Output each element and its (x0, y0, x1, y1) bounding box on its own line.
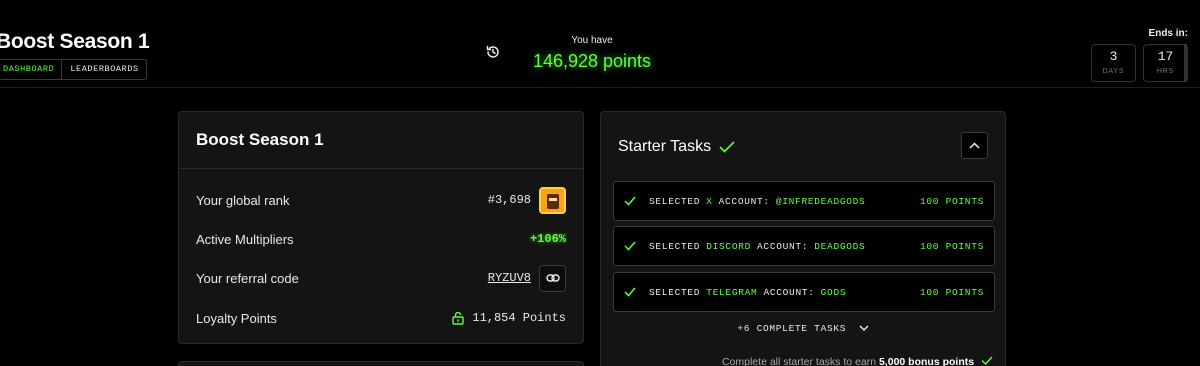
lock-icon (452, 311, 465, 325)
check-icon (624, 287, 636, 297)
task-suffix: ACCOUNT: (718, 195, 770, 207)
task-item-telegram[interactable]: SELECTED TELEGRAM ACCOUNT: GODS 100 POIN… (613, 272, 995, 312)
task-suffix: ACCOUNT: (763, 286, 815, 298)
task-prefix: SELECTED (649, 286, 701, 298)
loyalty-value: 11,854 Points (472, 311, 566, 325)
countdown-days-unit: DAYS (1102, 68, 1125, 75)
check-icon (981, 356, 993, 366)
copy-link-button[interactable] (539, 264, 566, 292)
task-item-discord[interactable]: SELECTED DISCORD ACCOUNT: DEADGODS 100 P… (613, 226, 995, 266)
season-summary-card: Boost Season 1 Your global rank #3,698 A… (178, 111, 584, 344)
countdown-hours-unit: HRS (1156, 68, 1175, 75)
referral-code[interactable]: RYZUV8 (488, 271, 531, 285)
top-header: Boost Season 1 DASHBOARD LEADERBOARDS Yo… (0, 0, 1200, 88)
starter-tasks-header: Starter Tasks (618, 138, 735, 156)
chevron-down-icon (859, 325, 869, 332)
task-handle: @INFREDEADGODS (775, 195, 866, 207)
page-title: Boost Season 1 (0, 30, 150, 53)
avatar[interactable] (539, 186, 566, 214)
check-icon (624, 196, 636, 206)
you-have-label: You have (571, 35, 613, 46)
multipliers-row: Active Multipliers +106% (196, 224, 566, 254)
starter-tasks-card: Starter Tasks SELECTED X ACCOUNT: @INFRE… (600, 111, 1006, 366)
task-prefix: SELECTED (649, 240, 701, 252)
countdown-days: 3 DAYS (1091, 44, 1136, 82)
loyalty-label: Loyalty Points (196, 310, 277, 326)
check-icon (719, 141, 735, 153)
starter-tasks-title: Starter Tasks (618, 138, 712, 155)
task-points: 100 POINTS (919, 240, 984, 252)
bonus-text: Complete all starter tasks to earn (721, 356, 877, 366)
link-icon (545, 274, 560, 282)
countdown-hours: 17 HRS (1143, 44, 1188, 82)
referral-label: Your referral code (196, 270, 299, 286)
task-suffix: ACCOUNT: (757, 240, 809, 252)
history-icon[interactable] (485, 44, 501, 60)
multipliers-value: +106% (529, 232, 566, 246)
bonus-points: 5,000 bonus points (878, 356, 975, 366)
task-platform: X (706, 195, 713, 207)
bonus-message: Complete all starter tasks to earn 5,000… (722, 356, 993, 366)
ends-in-label: Ends in: (1148, 28, 1188, 39)
points-total: 146,928 points (532, 51, 652, 71)
task-platform: DISCORD (706, 240, 752, 252)
task-item-x[interactable]: SELECTED X ACCOUNT: @INFREDEADGODS 100 P… (613, 181, 995, 221)
countdown-days-value: 3 (1109, 49, 1118, 64)
countdown-hours-value: 17 (1157, 49, 1174, 64)
tab-leaderboards[interactable]: LEADERBOARDS (62, 60, 145, 79)
task-prefix: SELECTED (649, 195, 701, 207)
multipliers-label: Active Multipliers (196, 231, 294, 247)
tab-dashboard[interactable]: DASHBOARD (0, 60, 63, 79)
check-icon (624, 241, 636, 251)
global-rank-value: #3,698 (487, 193, 531, 207)
global-rank-label: Your global rank (196, 192, 290, 208)
summary-card-title: Boost Season 1 (179, 112, 583, 169)
task-handle: GODS (820, 286, 847, 298)
task-points: 100 POINTS (919, 286, 984, 298)
chevron-up-icon (969, 142, 980, 149)
loyalty-row: Loyalty Points 11,854 Points (196, 303, 566, 333)
task-platform: TELEGRAM (706, 286, 758, 298)
referral-row: Your referral code RYZUV8 (196, 263, 566, 293)
scrollbar[interactable] (1184, 44, 1187, 82)
view-tabs: DASHBOARD LEADERBOARDS (0, 59, 147, 80)
collapse-button[interactable] (961, 132, 988, 159)
global-rank-row: Your global rank #3,698 (196, 185, 566, 215)
secondary-card (178, 361, 584, 366)
task-points: 100 POINTS (919, 195, 984, 207)
more-tasks-label: +6 COMPLETE TASKS (737, 323, 847, 334)
more-tasks-toggle[interactable]: +6 COMPLETE TASKS (601, 323, 1005, 334)
task-handle: DEADGODS (814, 240, 866, 252)
